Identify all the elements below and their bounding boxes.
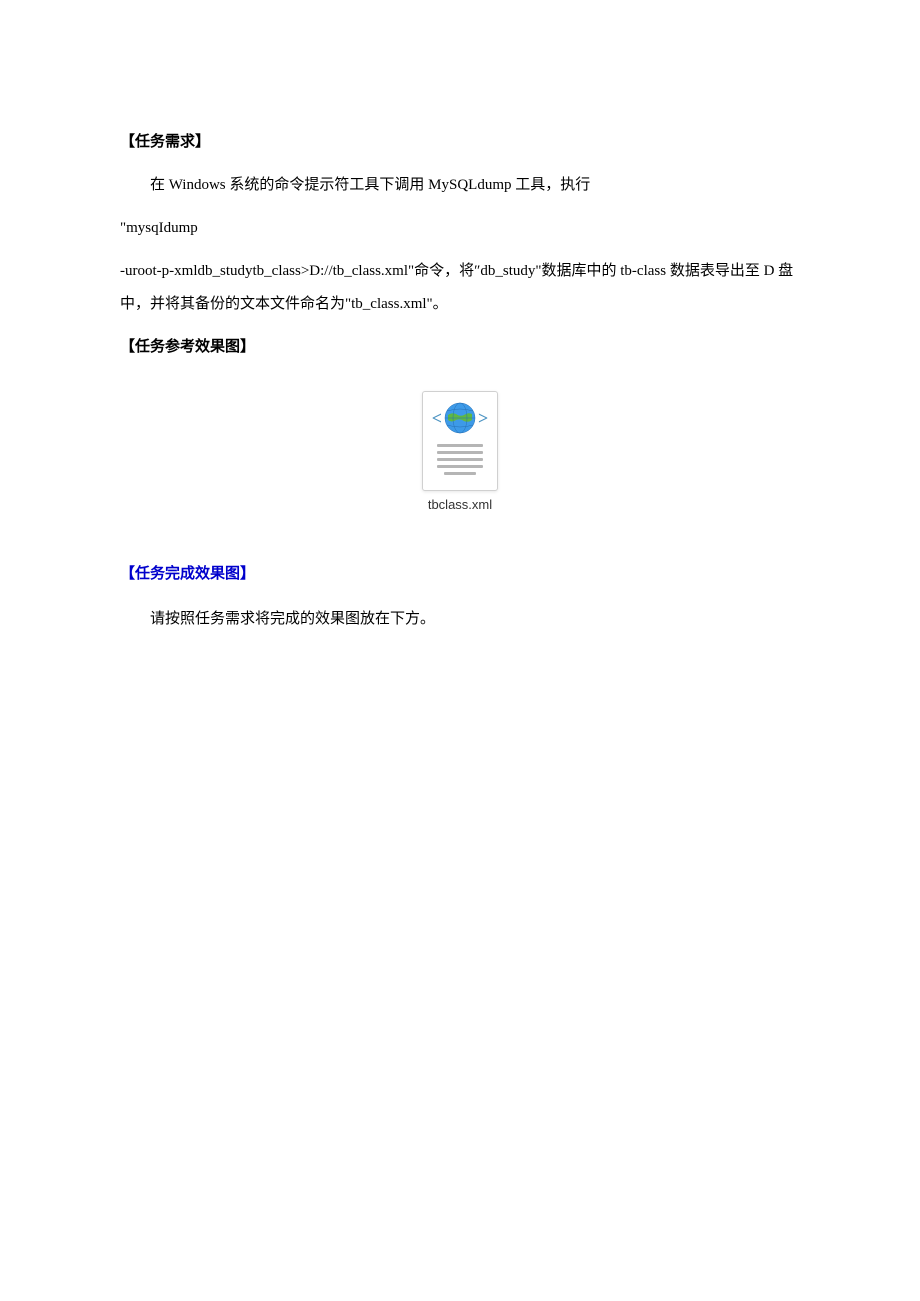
globe-icon	[444, 402, 476, 434]
document-line	[444, 472, 476, 475]
task-completion-result-header: 【任务完成效果图】	[120, 562, 800, 583]
task-requirement-header: 【任务需求】	[120, 130, 800, 151]
document-lines-icon	[431, 444, 489, 475]
document-line	[437, 458, 483, 461]
task-reference-result-header: 【任务参考效果图】	[120, 335, 800, 356]
angle-bracket-right-icon: >	[478, 408, 488, 429]
task-text-line3: -uroot-p-xmldb_studytb_class>D://tb_clas…	[120, 255, 800, 321]
document-line	[437, 451, 483, 454]
completion-instruction: 请按照任务需求将完成的效果图放在下方。	[120, 603, 800, 636]
file-icon-container: < > tbclass.xml	[120, 391, 800, 512]
task-text-line2: "mysqIdump	[120, 212, 800, 245]
document-line	[437, 444, 483, 447]
file-name-label: tbclass.xml	[428, 497, 492, 512]
globe-icon-row: < >	[432, 402, 489, 434]
document-line	[437, 465, 483, 468]
xml-file-icon: < >	[422, 391, 498, 491]
angle-bracket-left-icon: <	[432, 408, 442, 429]
task-text-line1: 在 Windows 系统的命令提示符工具下调用 MySQLdump 工具，执行	[120, 169, 800, 202]
